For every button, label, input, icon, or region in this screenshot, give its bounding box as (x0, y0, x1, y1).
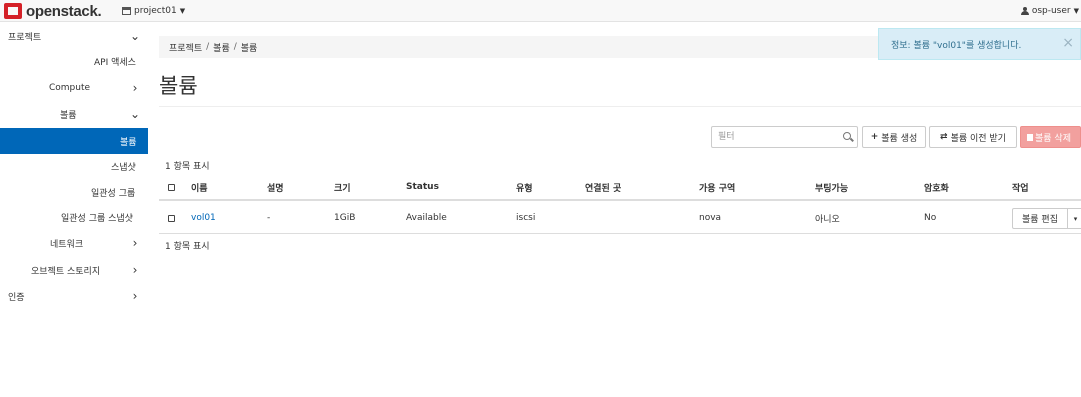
column-header-name[interactable]: 이름 (191, 175, 208, 199)
exchange-icon: ⇄ (940, 132, 948, 142)
user-menu[interactable]: osp-user ▼ (1020, 4, 1079, 18)
volume-zone: nova (699, 213, 722, 223)
column-header-description[interactable]: 설명 (267, 175, 284, 199)
chevron-right-icon: › (132, 236, 138, 250)
info-alert: 정보: 볼륨 "vol01"를 생성합니다. × (878, 28, 1081, 60)
sidebar-item-api-access[interactable]: API 액세스 (0, 48, 148, 74)
openstack-logo[interactable]: openstack. (4, 2, 102, 20)
sidebar-item-network[interactable]: 네트워크 › (0, 230, 148, 256)
project-icon (122, 7, 131, 15)
alert-text: 정보: 볼륨 "vol01"를 생성합니다. (891, 40, 1022, 51)
sidebar-item-label: 볼륨 (60, 110, 77, 121)
caret-down-icon: ▼ (179, 7, 186, 15)
sidebar: 프로젝트 ⌄ API 액세스 Compute › 볼륨 ⌄ 볼륨 스냅샷 일관성… (0, 23, 148, 397)
user-name: osp-user (1031, 6, 1071, 16)
page-title: 볼륨 (159, 74, 198, 98)
row-checkbox[interactable] (168, 214, 175, 222)
search-icon[interactable] (843, 132, 851, 140)
chevron-right-icon: › (132, 263, 138, 277)
chevron-right-icon: › (132, 81, 138, 95)
sidebar-item-compute[interactable]: Compute › (0, 75, 148, 101)
volume-bootable: 아니오 (815, 214, 840, 225)
accept-transfer-button[interactable]: ⇄ 볼륨 이전 받기 (929, 126, 1017, 148)
openstack-logo-icon (4, 3, 22, 19)
chevron-down-icon: ⌄ (130, 107, 141, 121)
create-volume-button[interactable]: + 볼륨 생성 (862, 126, 926, 148)
project-selector[interactable]: project01 ▼ (122, 4, 185, 18)
sidebar-item-snapshots[interactable]: 스냅샷 (0, 153, 148, 179)
column-header-size[interactable]: 크기 (334, 175, 351, 199)
column-header-bootable[interactable]: 부팅가능 (815, 175, 848, 199)
edit-volume-button[interactable]: 볼륨 편집 (1012, 208, 1068, 229)
sidebar-item-label: 오브젝트 스토리지 (31, 266, 101, 277)
filter-field[interactable] (711, 126, 858, 148)
sidebar-item-label: Compute (49, 83, 91, 93)
delete-volumes-label: 볼륨 삭제 (1035, 133, 1071, 144)
breadcrumb-item[interactable]: 볼륨 (213, 41, 230, 54)
sidebar-item-label: 일관성 그룹 스냅샷 (61, 213, 133, 224)
volume-description: - (267, 213, 271, 223)
sidebar-item-label: API 액세스 (94, 57, 136, 68)
breadcrumb-separator: / (233, 42, 237, 52)
column-header-actions: 작업 (1012, 183, 1029, 194)
sidebar-item-project[interactable]: 프로젝트 ⌄ (0, 23, 148, 49)
user-icon (1020, 7, 1029, 15)
volume-size: 1GiB (334, 213, 356, 223)
table-header: 이름 설명 크기 Status 유형 연결된 곳 가용 구역 부팅가능 암호화 … (159, 175, 1081, 201)
volume-name-link[interactable]: vol01 (191, 203, 216, 233)
title-divider (159, 106, 1081, 107)
project-name: project01 (134, 6, 177, 16)
chevron-down-icon: ⌄ (130, 29, 141, 43)
item-count-bottom: 1 항목 표시 (165, 242, 210, 252)
volume-type: iscsi (516, 213, 536, 223)
sidebar-item-consistency-groups[interactable]: 일관성 그룹 (0, 179, 148, 205)
delete-volumes-button[interactable]: 볼륨 삭제 (1020, 126, 1081, 148)
breadcrumb-separator: / (206, 42, 210, 52)
breadcrumb-item-current: 볼륨 (240, 43, 258, 54)
sidebar-item-consistency-group-snapshots[interactable]: 일관성 그룹 스냅샷 (0, 204, 148, 230)
logo-text: openstack. (26, 2, 102, 20)
accept-transfer-label: 볼륨 이전 받기 (950, 133, 1006, 144)
sidebar-item-label: 일관성 그룹 (91, 188, 136, 199)
filter-input[interactable] (718, 130, 836, 144)
trash-icon (1027, 133, 1033, 141)
column-header-type[interactable]: 유형 (516, 175, 533, 199)
volume-status: Available (406, 213, 447, 223)
volume-encrypted: No (924, 213, 937, 223)
column-header-attached-to[interactable]: 연결된 곳 (585, 175, 621, 199)
actions-dropdown-toggle[interactable]: ▾ (1068, 208, 1081, 229)
sidebar-item-label: 인증 (8, 292, 25, 303)
plus-icon: + (870, 132, 879, 142)
sidebar-item-label: 스냅샷 (111, 162, 136, 173)
sidebar-item-label: 네트워크 (50, 239, 84, 250)
sidebar-item-label: 볼륨 (120, 137, 137, 148)
sidebar-item-label: 프로젝트 (8, 32, 42, 43)
item-count-top: 1 항목 표시 (165, 162, 210, 172)
breadcrumb-item[interactable]: 프로젝트 (169, 41, 202, 54)
create-volume-label: 볼륨 생성 (881, 133, 918, 144)
close-icon[interactable]: × (1062, 35, 1074, 51)
table-row: vol01 - 1GiB Available iscsi nova 아니오 No… (159, 203, 1081, 234)
sidebar-item-volume-group[interactable]: 볼륨 ⌄ (0, 101, 148, 127)
sidebar-item-volumes[interactable]: 볼륨 (0, 128, 148, 154)
top-navbar: openstack. project01 ▼ osp-user ▼ (0, 0, 1081, 22)
chevron-right-icon: › (132, 289, 138, 303)
select-all-checkbox[interactable] (168, 183, 175, 191)
column-header-encrypted[interactable]: 암호화 (924, 175, 949, 199)
sidebar-item-identity[interactable]: 인증 › (0, 283, 148, 309)
row-actions: 볼륨 편집 ▾ (1012, 208, 1081, 229)
caret-down-icon: ▼ (1073, 7, 1079, 15)
column-header-availability-zone[interactable]: 가용 구역 (699, 175, 735, 199)
sidebar-item-object-storage[interactable]: 오브젝트 스토리지 › (0, 257, 148, 283)
column-header-status[interactable]: Status (406, 175, 439, 199)
